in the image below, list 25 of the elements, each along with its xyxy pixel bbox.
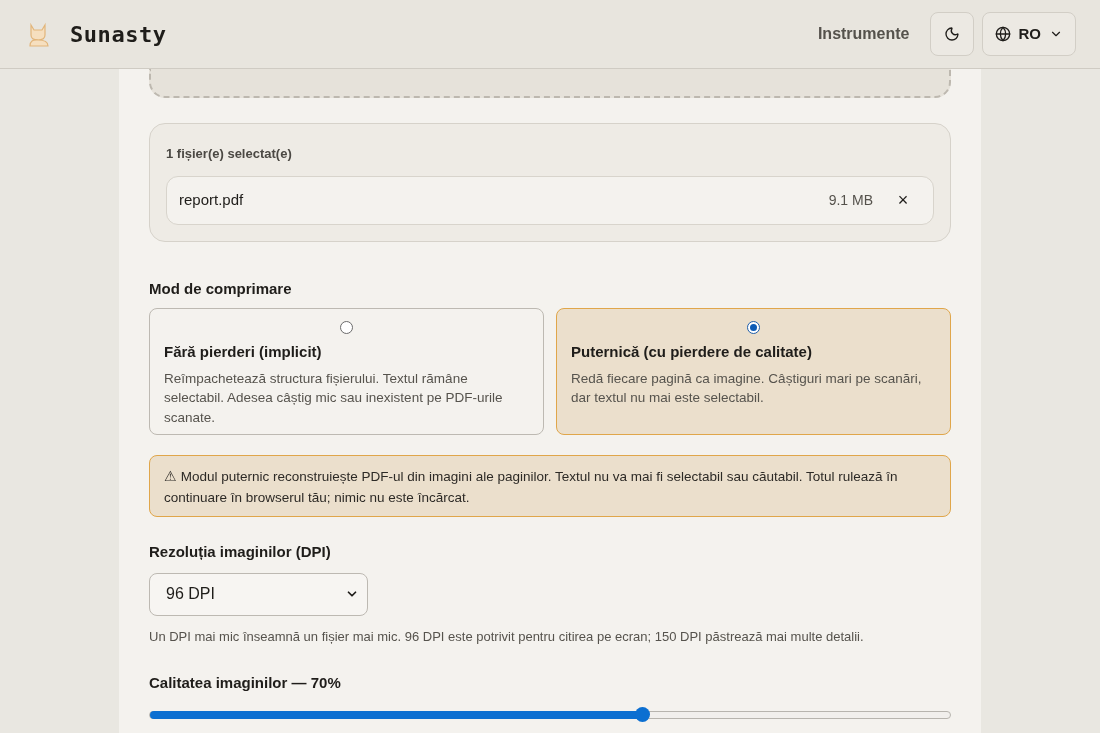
dpi-label: Rezoluția imaginilor (DPI) <box>149 542 332 562</box>
option-description: Reîmpachetează structura fișierului. Textul rămâne selectabil. Adesea câștig mic sau inexistent pe PDF-urile scanate. <box>164 369 504 427</box>
globe-icon <box>994 26 1011 42</box>
warning-banner: ⚠ Modul puternic reconstruiește PDF-ul din imagini ale paginilor. Textul nu va mai fi selectabil sau căutabil. Totul rulează în continuare în browserul tău; nimic nu este încărcat. <box>149 455 951 517</box>
radio-button[interactable] <box>340 321 353 334</box>
remove-file-button[interactable]: × <box>893 186 913 214</box>
dpi-select[interactable]: 96 DPI <box>149 572 368 616</box>
tools-link[interactable]: Instrumente <box>817 22 910 46</box>
radio-button[interactable] <box>747 321 760 334</box>
moon-icon <box>943 26 960 42</box>
option-title: Puternică (cu pierdere de calitate) <box>571 342 813 362</box>
option-title: Fără pierderi (implicit) <box>164 342 323 362</box>
brand-name: Sunasty <box>70 20 167 49</box>
language-button[interactable]: RO <box>981 12 1076 56</box>
quality-slider[interactable] <box>149 706 951 723</box>
files-heading: 1 fișier(e) selectat(e) <box>166 145 293 163</box>
quality-label: Calitatea imaginilor — 70% <box>149 673 342 693</box>
option-description: Redă fiecare pagină ca imagine. Câștiguri mari pe scanări, dar textul nu mai este selectabil. <box>571 369 923 407</box>
dpi-hint: Un DPI mai mic înseamnă un fișier mai mic. 96 DPI este potrivit pentru citirea pe ecran; 150 DPI păstrează mai multe detalii. <box>149 627 865 646</box>
file-size: 9.1 MB <box>828 190 873 210</box>
file-name: report.pdf <box>179 189 245 210</box>
mode-option-card[interactable]: Fără pierderi (implicit) Reîmpachetează structura fișierului. Textul rămâne selectabil. Adesea câștig mic sau inexistent pe PDF-urile scanate. <box>149 308 544 435</box>
mode-label: Mod de comprimare <box>149 278 293 299</box>
dark-mode-button[interactable] <box>929 12 974 56</box>
mode-option-card[interactable]: Puternică (cu pierdere de calitate) Redă fiecare pagină ca imagine. Câștiguri mari pe scanări, dar textul nu mai este selectabil. <box>556 308 951 435</box>
